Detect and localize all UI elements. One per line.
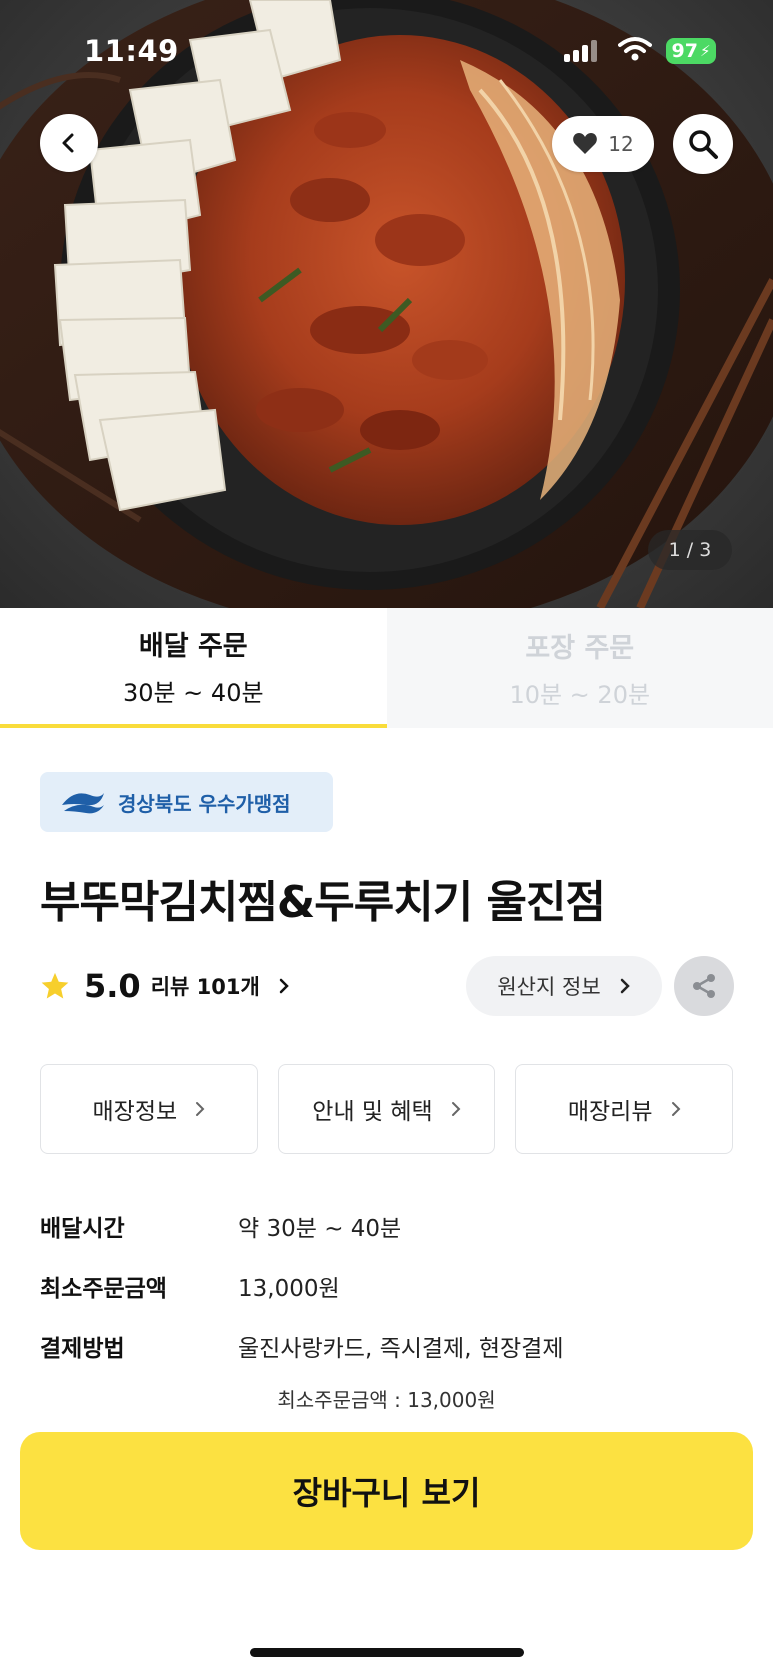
share-button[interactable] (674, 956, 734, 1016)
detail-value: 울진사랑카드, 즉시결제, 현장결제 (238, 1336, 564, 1362)
view-cart-button[interactable]: 장바구니 보기 (20, 1432, 753, 1550)
chevron-right-icon (451, 1102, 461, 1116)
like-count: 12 (608, 132, 634, 156)
search-button[interactable] (673, 114, 733, 174)
store-info-button[interactable]: 매장정보 (40, 1064, 258, 1154)
tab-delivery-title: 배달 주문 (138, 631, 248, 662)
notice-benefits-label: 안내 및 혜택 (312, 1099, 433, 1125)
detail-row-payment: 결제방법 울진사랑카드, 즉시결제, 현장결제 (40, 1316, 740, 1376)
min-order-notice: 최소주문금액 : 13,000원 (277, 1388, 496, 1412)
battery-level: 97 (671, 40, 698, 62)
store-reviews-label: 매장리뷰 (567, 1099, 653, 1125)
home-indicator (250, 1648, 524, 1657)
chevron-right-icon (279, 978, 289, 994)
hero-food-image[interactable]: 11:49 97 ⚡ 12 1 / 3 (0, 0, 773, 608)
notice-benefits-button[interactable]: 안내 및 혜택 (277, 1064, 496, 1154)
tab-delivery-time: 30분 ~ 40분 (122, 679, 264, 707)
store-info-label: 매장정보 (92, 1099, 178, 1125)
share-icon (693, 974, 715, 998)
detail-row-delivery-time: 배달시간 약 30분 ~ 40분 (40, 1196, 740, 1256)
battery-indicator: 97 ⚡ (666, 38, 716, 64)
detail-label: 결제방법 (40, 1336, 125, 1362)
chevron-left-icon (62, 133, 74, 153)
search-icon (689, 130, 718, 159)
origin-info-label: 원산지 정보 (497, 975, 601, 999)
tab-pickup-time: 10분 ~ 20분 (509, 681, 651, 709)
detail-value: 약 30분 ~ 40분 (238, 1216, 402, 1242)
cellular-signal-icon (564, 40, 598, 62)
tab-pickup[interactable]: 포장 주문 10분 ~ 20분 (386, 608, 773, 728)
chevron-right-icon (620, 978, 630, 994)
rating-review-link[interactable]: 5.0 리뷰 101개 (40, 960, 290, 1012)
wifi-icon (618, 37, 652, 61)
detail-row-min-order: 최소주문금액 13,000원 (40, 1256, 740, 1316)
delivery-details: 배달시간 약 30분 ~ 40분 최소주문금액 13,000원 결제방법 울진사… (40, 1196, 740, 1376)
store-name: 부뚜막김치찜&두루치기 울진점 (40, 877, 606, 928)
store-reviews-button[interactable]: 매장리뷰 (515, 1064, 734, 1154)
status-time: 11:49 (84, 34, 179, 68)
status-bar: 11:49 97 ⚡ (0, 0, 773, 104)
origin-info-button[interactable]: 원산지 정보 (466, 956, 662, 1016)
detail-label: 최소주문금액 (40, 1276, 167, 1302)
tab-delivery[interactable]: 배달 주문 30분 ~ 40분 (0, 608, 387, 728)
like-button[interactable]: 12 (552, 116, 654, 172)
review-count: 리뷰 101개 (150, 975, 260, 999)
image-pager: 1 / 3 (648, 530, 732, 570)
detail-value: 13,000원 (238, 1276, 340, 1302)
gyeongbuk-logo-icon (62, 793, 104, 814)
tab-pickup-title: 포장 주문 (525, 633, 635, 664)
chevron-right-icon (196, 1102, 205, 1116)
chevron-right-icon (671, 1102, 680, 1116)
rating-score: 5.0 (84, 967, 141, 1005)
order-type-tabs: 배달 주문 30분 ~ 40분 포장 주문 10분 ~ 20분 (0, 608, 773, 728)
excellent-store-badge: 경상북도 우수가맹점 (40, 772, 333, 832)
back-button[interactable] (40, 114, 98, 172)
star-icon (41, 972, 69, 999)
store-info-buttons: 매장정보 안내 및 혜택 매장리뷰 (40, 1064, 734, 1154)
badge-label: 경상북도 우수가맹점 (118, 791, 291, 816)
detail-label: 배달시간 (40, 1216, 125, 1242)
heart-icon (573, 133, 598, 154)
